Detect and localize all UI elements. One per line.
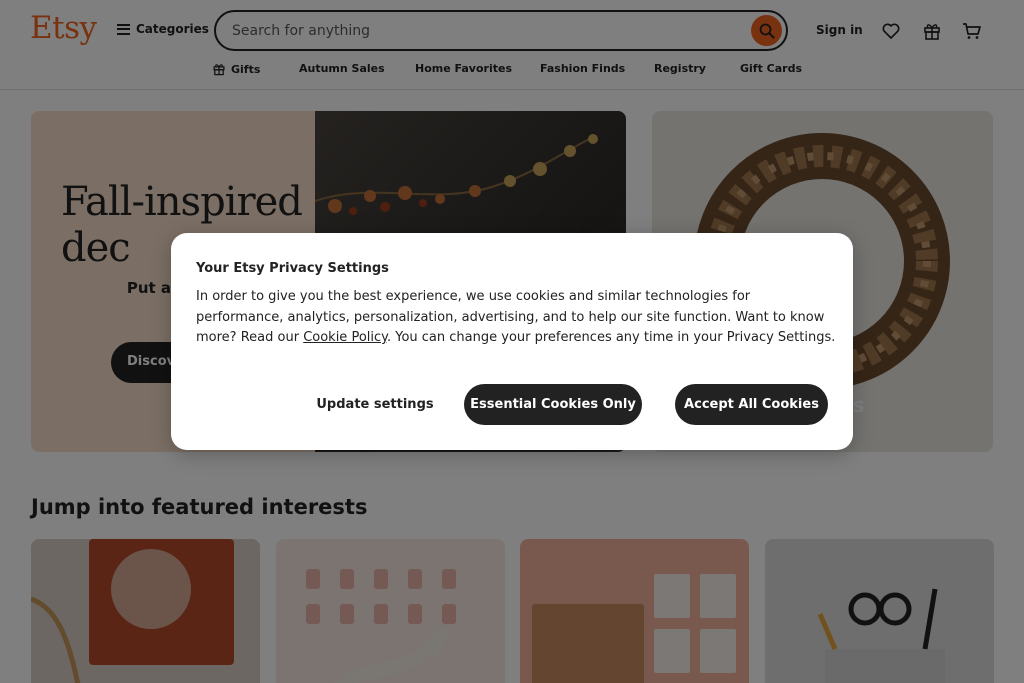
dialog-body: In order to give you the best experience… (196, 287, 836, 349)
cookie-policy-link[interactable]: Cookie Policy (303, 330, 387, 345)
privacy-settings-dialog: Your Etsy Privacy Settings In order to g… (171, 233, 853, 450)
accept-all-cookies-button[interactable]: Accept All Cookies (675, 384, 828, 425)
dialog-body-text-end: . You can change your preferences any ti… (386, 330, 836, 345)
dialog-title: Your Etsy Privacy Settings (196, 261, 389, 276)
essential-cookies-button[interactable]: Essential Cookies Only (464, 384, 642, 425)
update-settings-button[interactable]: Update settings (292, 384, 458, 425)
